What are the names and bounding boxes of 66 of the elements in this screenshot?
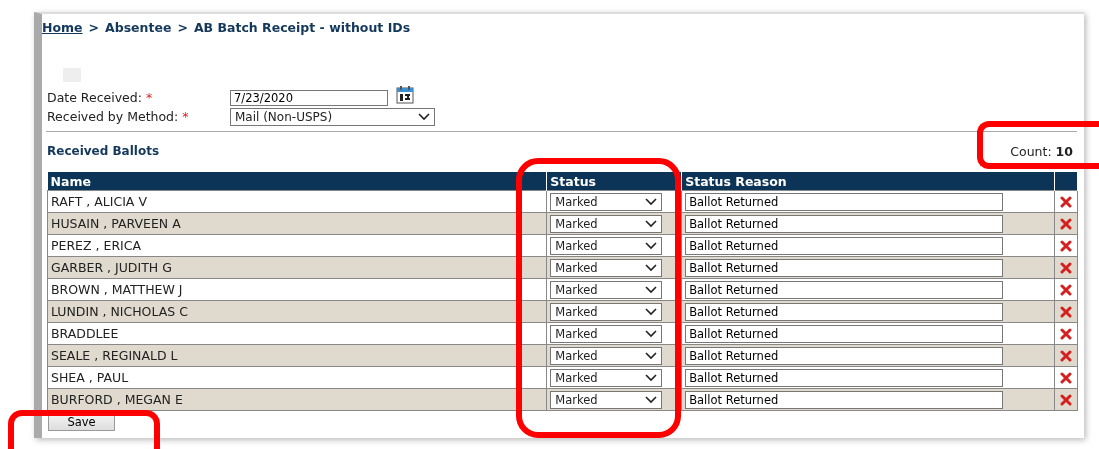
status-dropdown[interactable]: Marked xyxy=(550,236,663,255)
breadcrumb-item: AB Batch Receipt - without IDs xyxy=(193,20,411,37)
table-cell: PEREZ , ERICA xyxy=(47,234,547,257)
status-reason-field[interactable]: Ballot Returned xyxy=(685,368,1004,387)
table-cell: BURFORD , MEGAN E xyxy=(47,388,547,411)
field-label: Received by Method: * xyxy=(47,109,190,124)
chevron-icon xyxy=(645,351,658,360)
table-cell: RAFT , ALICIA V xyxy=(47,190,547,213)
status-dropdown[interactable]: Marked xyxy=(550,214,663,233)
breadcrumb-item: Absentee xyxy=(105,20,172,37)
calendar-icon[interactable] xyxy=(396,85,414,104)
delete-icon[interactable] xyxy=(1060,217,1072,230)
chevron-icon xyxy=(645,263,658,272)
delete-icon[interactable] xyxy=(1060,261,1072,274)
breadcrumb-link[interactable]: Home xyxy=(42,20,83,38)
table-cell: LUNDIN , NICHOLAS C xyxy=(47,300,547,323)
table-cell: HUSAIN , PARVEEN A xyxy=(47,212,547,235)
column-header: Name xyxy=(47,172,547,191)
delete-icon[interactable] xyxy=(1060,195,1072,208)
chevron-icon xyxy=(645,241,658,250)
count-label: Count: 10 xyxy=(1010,143,1073,159)
table-cell: GARBER , JUDITH G xyxy=(47,256,547,279)
status-dropdown[interactable]: Marked xyxy=(550,192,663,211)
table-cell: SHEA , PAUL xyxy=(47,366,547,389)
chevron-icon xyxy=(645,285,658,294)
status-dropdown[interactable]: Marked xyxy=(550,390,663,409)
method-dropdown[interactable]: Mail (Non-USPS) xyxy=(230,107,435,126)
status-reason-field[interactable]: Ballot Returned xyxy=(685,280,1004,299)
status-dropdown[interactable]: Marked xyxy=(550,280,663,299)
column-header: Status Reason xyxy=(681,172,1055,191)
status-dropdown[interactable]: Marked xyxy=(550,324,663,343)
delete-icon[interactable] xyxy=(1060,393,1072,406)
delete-icon[interactable] xyxy=(1060,371,1072,384)
status-dropdown[interactable]: Marked xyxy=(550,302,663,321)
chevron-icon xyxy=(645,219,658,228)
chevron-icon xyxy=(645,197,658,206)
status-reason-field[interactable]: Ballot Returned xyxy=(685,192,1004,211)
status-reason-field[interactable]: Ballot Returned xyxy=(685,258,1004,277)
status-dropdown[interactable]: Marked xyxy=(550,368,663,387)
breadcrumb-separator: > xyxy=(88,20,100,37)
date-field[interactable]: 7/23/2020 xyxy=(230,89,388,106)
chevron-icon xyxy=(645,307,658,316)
table-cell: BROWN , MATTHEW J xyxy=(47,278,547,301)
field-label: Date Received: * xyxy=(47,90,154,105)
table-cell: SEALE , REGINALD L xyxy=(47,344,547,367)
delete-icon[interactable] xyxy=(1060,283,1072,296)
chevron-icon xyxy=(645,329,658,338)
section-title: Received Ballots xyxy=(47,144,160,158)
table-cell: BRADDLEE xyxy=(47,322,547,345)
status-reason-field[interactable]: Ballot Returned xyxy=(685,236,1004,255)
status-reason-field[interactable]: Ballot Returned xyxy=(685,390,1004,409)
delete-icon[interactable] xyxy=(1060,349,1072,362)
breadcrumb-separator: > xyxy=(177,20,188,37)
delete-icon[interactable] xyxy=(1060,305,1072,318)
column-header: Status xyxy=(546,172,682,191)
status-dropdown[interactable]: Marked xyxy=(550,258,663,277)
status-dropdown[interactable]: Marked xyxy=(550,346,663,365)
status-reason-field[interactable]: Ballot Returned xyxy=(685,346,1004,365)
chevron-icon xyxy=(645,373,658,382)
chevron-icon xyxy=(418,112,430,121)
delete-icon[interactable] xyxy=(1060,239,1072,252)
status-reason-field[interactable]: Ballot Returned xyxy=(685,302,1004,321)
chevron-icon xyxy=(645,395,658,404)
status-reason-field[interactable]: Ballot Returned xyxy=(685,214,1004,233)
status-reason-field[interactable]: Ballot Returned xyxy=(685,324,1004,343)
delete-icon[interactable] xyxy=(1060,327,1072,340)
